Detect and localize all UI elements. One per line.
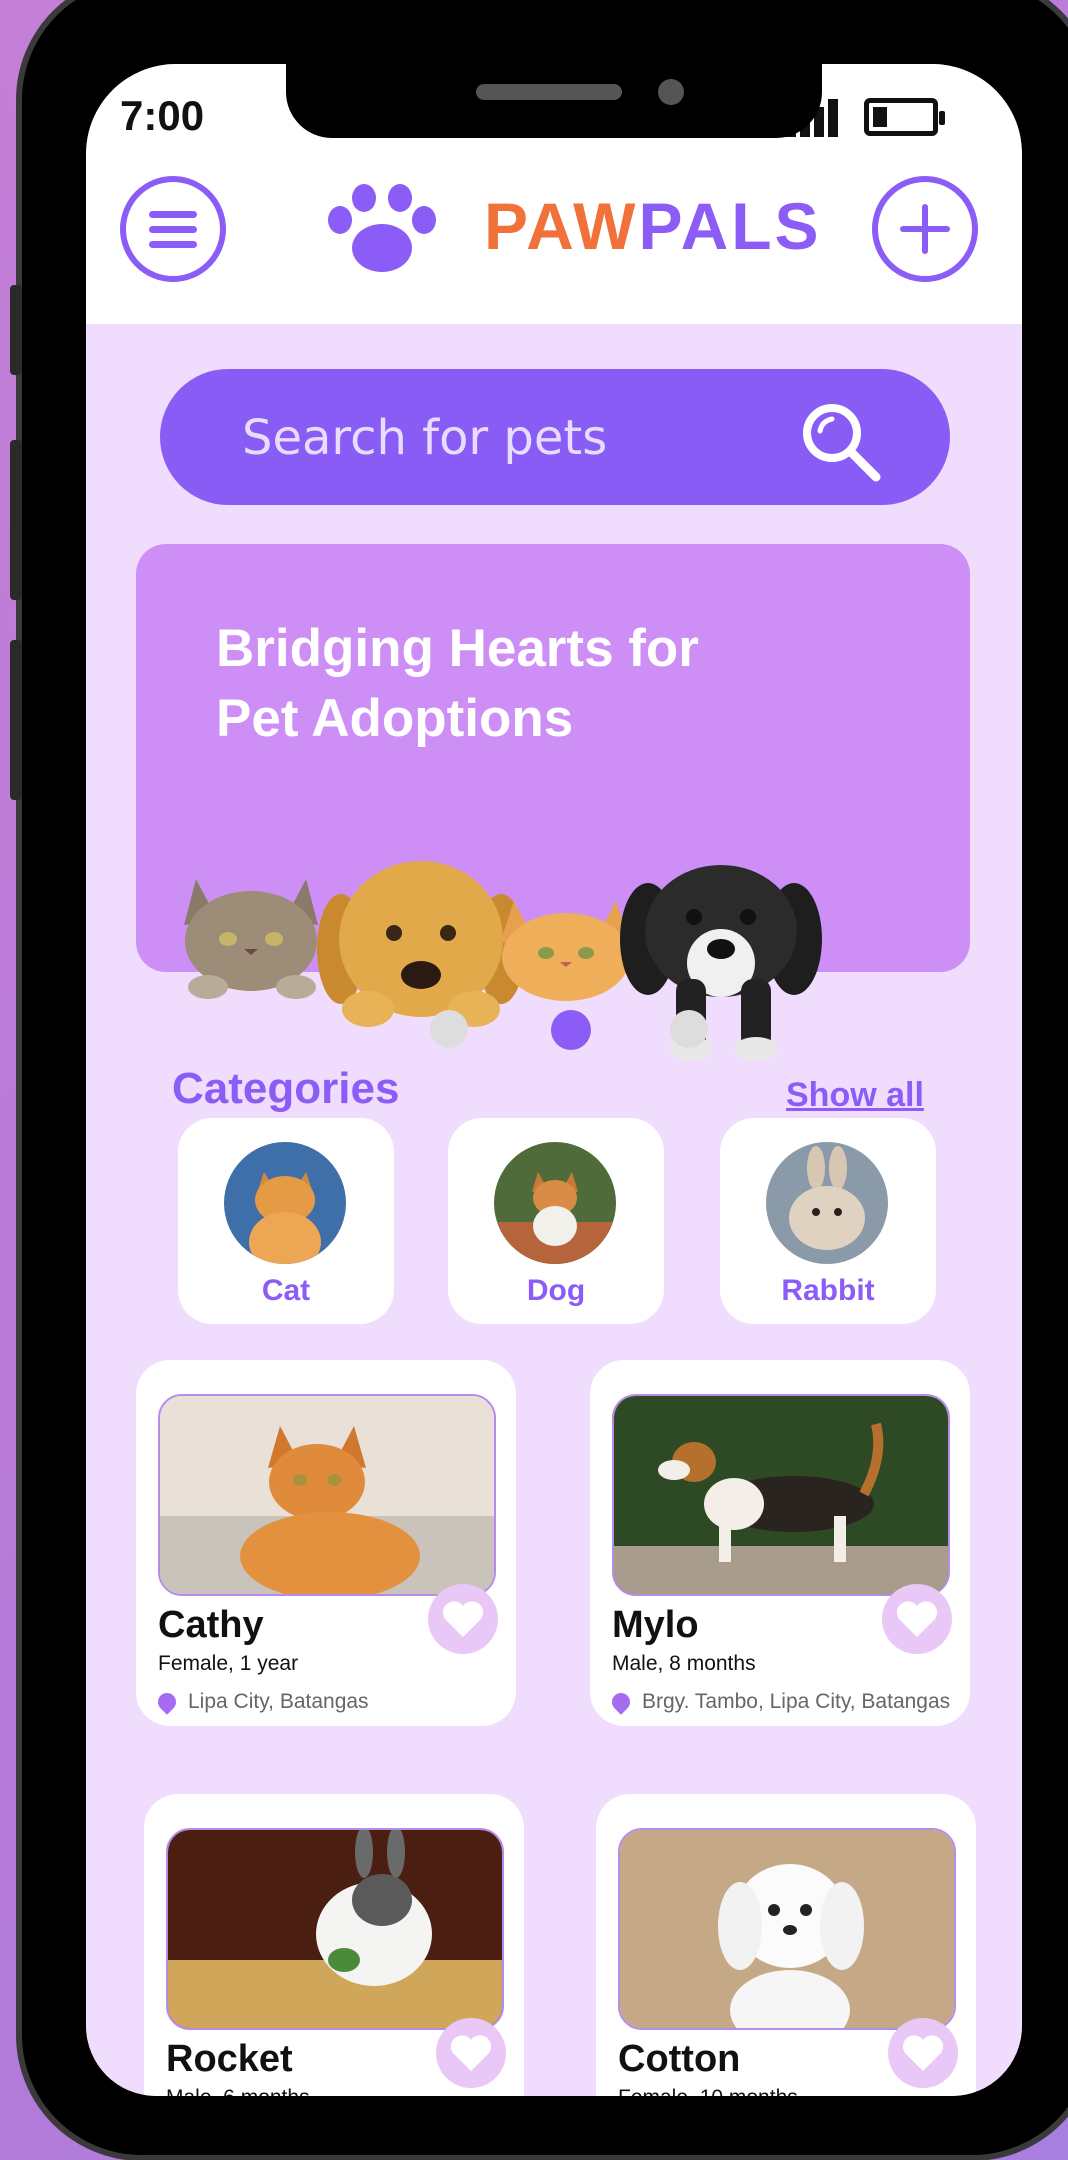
menu-button[interactable]: [120, 176, 226, 282]
phone-volume-up: [10, 440, 22, 600]
pet-photo: [158, 1394, 496, 1596]
categories-header: Categories: [172, 1064, 400, 1113]
heart-icon: [450, 2035, 492, 2071]
favorite-button[interactable]: [882, 1584, 952, 1654]
banner-dog-1: [317, 861, 525, 1027]
menu-icon: [149, 203, 197, 256]
category-label: Dog: [526, 1274, 586, 1307]
category-label: Rabbit: [781, 1274, 875, 1307]
pet-card-cotton[interactable]: Cotton Female, 10 months: [596, 1794, 976, 2096]
pet-card-rocket[interactable]: Rocket Male, 6 months: [144, 1794, 524, 2096]
carousel-dot-3[interactable]: [670, 1010, 708, 1048]
banner-cat-1: [184, 879, 318, 999]
category-rabbit-image: [766, 1142, 888, 1264]
pet-name: Rocket: [166, 2038, 293, 2080]
app-screen: 7:00 PAWPALS Bridging Hear: [86, 64, 1022, 2096]
category-cat[interactable]: Cat: [178, 1118, 394, 1324]
show-all-link[interactable]: Show all: [786, 1076, 924, 1115]
pet-name: Mylo: [612, 1604, 699, 1646]
search-icon[interactable]: [798, 399, 884, 485]
heart-icon: [442, 1601, 484, 1637]
pet-location-text: Lipa City, Batangas: [188, 1690, 369, 1713]
plus-icon: [900, 204, 950, 254]
pet-info: Male, 6 months: [166, 2086, 310, 2096]
phone-volume-down: [10, 640, 22, 800]
category-cat-image: [224, 1142, 346, 1264]
search-bar[interactable]: [160, 369, 950, 505]
pet-photo: [166, 1828, 504, 2030]
banner-title: Bridging Hearts for Pet Adoptions: [216, 619, 699, 748]
front-camera: [658, 79, 684, 105]
pet-location-text: Brgy. Tambo, Lipa City, Batangas: [642, 1690, 951, 1713]
carousel-dot-1[interactable]: [430, 1010, 468, 1048]
pet-card-mylo[interactable]: Mylo Male, 8 months Brgy. Tambo, Lipa Ci…: [590, 1360, 970, 1726]
logo-text-pals: PALS: [638, 189, 822, 263]
heart-icon: [902, 2035, 944, 2071]
pet-info: Male, 8 months: [612, 1652, 756, 1675]
logo-text-paw: PAW: [484, 189, 639, 263]
status-time: 7:00: [120, 92, 205, 139]
pet-location: Lipa City, Batangas: [154, 1689, 369, 1716]
banner-cat-2: [500, 901, 630, 1001]
pet-info: Female, 10 months: [618, 2086, 798, 2096]
carousel-indicators: [86, 1004, 1022, 1050]
paw-icon: [328, 184, 436, 272]
pet-info: Female, 1 year: [158, 1652, 299, 1675]
favorite-button[interactable]: [888, 2018, 958, 2088]
category-label: Cat: [261, 1274, 311, 1307]
category-dog-image: [494, 1142, 616, 1264]
pet-name: Cotton: [618, 2038, 741, 2080]
category-dog[interactable]: Dog: [448, 1118, 664, 1324]
carousel-dot-2[interactable]: [551, 1010, 591, 1050]
phone-mute-switch: [10, 285, 22, 375]
location-pin-icon: [154, 1689, 180, 1716]
banner-pets-illustration: [184, 861, 822, 1061]
pet-photo: [618, 1828, 956, 2030]
speaker-grille: [476, 84, 622, 100]
add-pet-button[interactable]: [872, 176, 978, 282]
category-rabbit[interactable]: Rabbit: [720, 1118, 936, 1324]
pet-photo: [612, 1394, 950, 1596]
battery-icon: [864, 98, 945, 136]
pet-name: Cathy: [158, 1604, 264, 1646]
favorite-button[interactable]: [436, 2018, 506, 2088]
favorite-button[interactable]: [428, 1584, 498, 1654]
search-input[interactable]: [240, 399, 804, 477]
phone-notch: [286, 64, 822, 138]
pet-card-cathy[interactable]: Cathy Female, 1 year Lipa City, Batangas: [136, 1360, 516, 1726]
app-logo-text: PAWPALS: [484, 188, 822, 264]
heart-icon: [896, 1601, 938, 1637]
location-pin-icon: [608, 1689, 634, 1716]
pet-location: Brgy. Tambo, Lipa City, Batangas: [608, 1689, 951, 1716]
